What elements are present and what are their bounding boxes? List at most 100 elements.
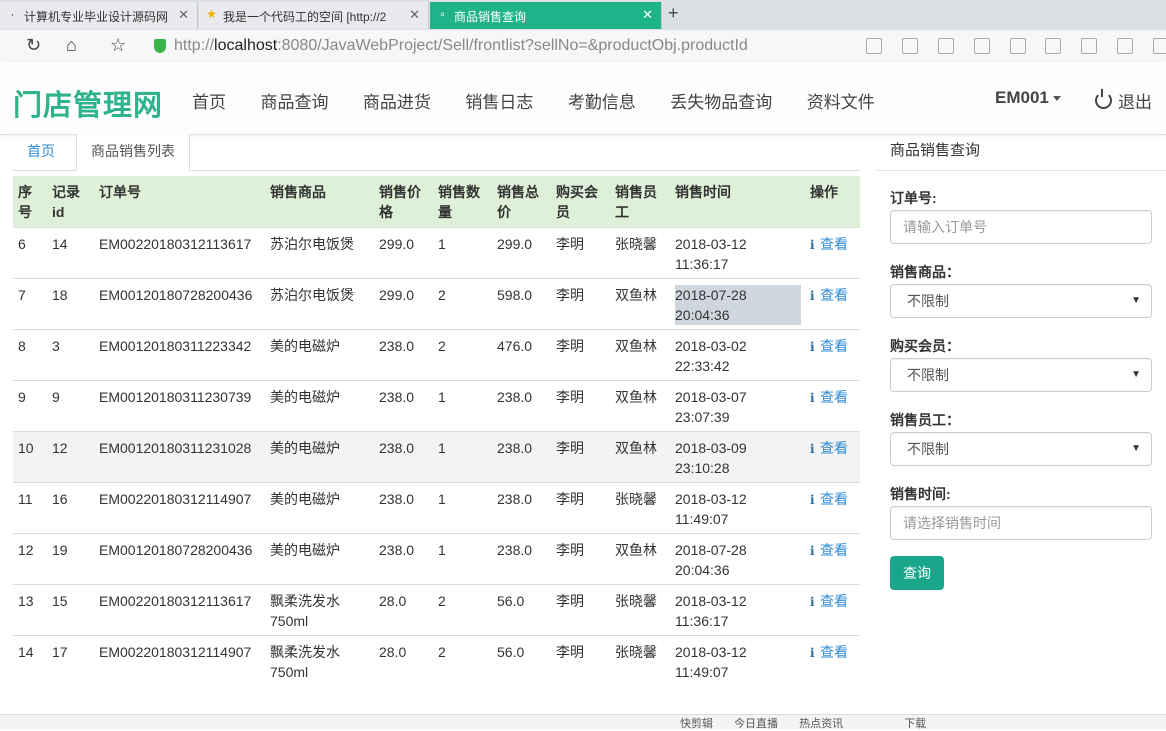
column-header-line: 订单号 — [99, 184, 141, 200]
sell-time-input[interactable]: 请选择销售时间 — [890, 506, 1152, 540]
member-name: 李明 — [551, 329, 610, 381]
close-icon[interactable]: ✕ — [642, 7, 653, 23]
finance-icon[interactable] — [901, 38, 918, 55]
table-row[interactable]: 6 14 EM00220180312113617 苏泊尔电饭煲 299.0 1 299.0 李… — [13, 227, 860, 279]
member-select[interactable]: 不限制 ▼ — [890, 358, 1152, 392]
page-icon: ▫ — [440, 7, 445, 21]
row-number: 14 — [13, 635, 47, 687]
view-link-label: 查看 — [820, 491, 848, 507]
close-icon[interactable]: ✕ — [178, 7, 189, 23]
nav-item-files[interactable]: 资料文件 — [807, 93, 875, 112]
column-header: 销售数量 — [433, 176, 492, 228]
table-row[interactable]: 7 18 EM00120180728200436 苏泊尔电饭煲 299.0 2 598.0 李… — [13, 278, 860, 330]
browser-tab-2[interactable]: ★ 我是一个代码工的空间 [http://2 ✕ — [199, 2, 429, 29]
status-item[interactable]: 快剪辑 — [680, 718, 713, 730]
sale-time: 2018-03-12 11:49:07 — [670, 635, 805, 687]
table-row[interactable]: 9 9 EM00120180311230739 美的电磁炉 238.0 1 238.0 李明双… — [13, 380, 860, 432]
phone-icon[interactable] — [1153, 38, 1166, 55]
column-header-line: 号 — [18, 204, 32, 220]
order-number: EM00220180312114907 — [94, 635, 265, 687]
view-link[interactable]: i 查看 — [810, 440, 848, 456]
column-header: 销售商品 — [265, 176, 374, 228]
column-header-line: 销售商品 — [270, 184, 326, 200]
member-name: 李明 — [551, 533, 610, 585]
table-row[interactable]: 12 19 EM00120180728200436 美的电磁炉 238.0 1 238.0 李… — [13, 533, 860, 585]
member-name: 李明 — [551, 380, 610, 432]
url-input[interactable]: http://localhost:8080/JavaWebProject/Sel… — [174, 34, 854, 58]
nav-item-stock-in[interactable]: 商品进货 — [363, 93, 431, 112]
minus-icon[interactable] — [1117, 38, 1134, 55]
sale-time-line: 2018-07-28 — [675, 542, 747, 558]
search-icon[interactable] — [1045, 38, 1062, 55]
table-row[interactable]: 8 3 EM00120180311223342 美的电磁炉 238.0 2 476.0 李明双… — [13, 329, 860, 381]
order-no-input[interactable]: 请输入订单号 — [890, 210, 1152, 244]
divider — [876, 170, 1166, 171]
url-host: localhost — [214, 37, 278, 54]
reload-icon[interactable]: ↻ — [26, 35, 41, 56]
product-name-line: 苏泊尔电饭煲 — [270, 236, 354, 252]
bookmark-star-icon[interactable]: ☆ — [110, 35, 126, 56]
product-select[interactable]: 不限制 ▼ — [890, 284, 1152, 318]
logout-button[interactable]: 退出 — [1095, 88, 1152, 113]
browser-tab-title: 我是一个代码工的空间 [http://2 — [223, 10, 387, 24]
table-row[interactable]: 14 17 EM00220180312114907 飘柔洗发水 750ml 28.0 2 56… — [13, 635, 860, 687]
product-name-line: 美的电磁炉 — [270, 491, 340, 507]
view-link[interactable]: i 查看 — [810, 338, 848, 354]
nav-item-home[interactable]: 首页 — [192, 93, 226, 112]
extension-toolbar — [866, 37, 1166, 55]
brand-logo[interactable]: 门店管理网 — [13, 82, 163, 124]
record-id: 18 — [47, 278, 94, 330]
view-link[interactable]: i 查看 — [810, 236, 848, 252]
sale-quantity: 2 — [433, 584, 492, 636]
nav-item-product-query[interactable]: 商品查询 — [260, 93, 328, 112]
member-name: 李明 — [551, 482, 610, 534]
staff-name: 双鱼林 — [610, 380, 670, 432]
browser-tab-3[interactable]: ▫ 商品销售查询 ✕ — [430, 2, 662, 29]
info-icon: i — [810, 289, 815, 303]
record-id: 3 — [47, 329, 94, 381]
image-icon[interactable] — [1009, 38, 1026, 55]
search-panel: 商品销售查询 订单号: 请输入订单号 销售商品： 不限制 ▼ 购买会员： 不限制… — [876, 134, 1166, 728]
status-item[interactable]: 热点资讯 — [799, 718, 843, 730]
actions-cell: i 查看 — [805, 278, 860, 330]
breadcrumb: 首页 商品销售列表 — [13, 134, 860, 171]
nav-item-attendance[interactable]: 考勤信息 — [568, 93, 636, 112]
sale-time-line: 2018-03-12 — [675, 644, 747, 660]
new-tab-button[interactable]: + — [668, 3, 679, 24]
view-link[interactable]: i 查看 — [810, 542, 848, 558]
apps-icon[interactable] — [866, 38, 882, 55]
nav-item-lost-items[interactable]: 丢失物品查询 — [670, 93, 772, 112]
user-dropdown[interactable]: EM001 — [995, 88, 1061, 108]
product-name: 美的电磁炉 — [265, 431, 374, 483]
view-link[interactable]: i 查看 — [810, 593, 848, 609]
close-icon[interactable]: ✕ — [409, 7, 420, 23]
view-link[interactable]: i 查看 — [810, 389, 848, 405]
breadcrumb-home[interactable]: 首页 — [13, 134, 69, 170]
member-name: 李明 — [551, 584, 610, 636]
table-row[interactable]: 11 16 EM00220180312114907 美的电磁炉 238.0 1 238.0 李… — [13, 482, 860, 534]
query-button[interactable]: 查询 — [890, 556, 944, 590]
sale-price: 238.0 — [374, 380, 433, 432]
sale-time-line: 2018-07-28 — [675, 285, 801, 305]
member-name: 李明 — [551, 278, 610, 330]
view-link[interactable]: i 查看 — [810, 491, 848, 507]
staff-select[interactable]: 不限制 ▼ — [890, 432, 1152, 466]
sales-table: 序号记录 id 订单号 销售商品 销售价格销售数量销售总价购买会员销售员工销售时间 操作 … — [13, 176, 860, 687]
dropdown-arrow-icon: ▼ — [1131, 295, 1141, 306]
home-icon[interactable]: ⌂ — [66, 35, 77, 56]
status-item[interactable]: 下载 — [904, 718, 926, 730]
browser-tab-1[interactable]: · 计算机专业毕业设计源码网 ✕ — [0, 2, 198, 29]
sale-time-line: 23:10:28 — [675, 460, 730, 476]
screenshot-icon[interactable] — [973, 38, 990, 55]
view-link[interactable]: i 查看 — [810, 644, 848, 660]
status-item[interactable]: 今日直播 — [734, 718, 778, 730]
main-menu: 首页 商品查询 商品进货 销售日志 考勤信息 丢失物品查询 资料文件 — [192, 88, 905, 113]
member-name: 李明 — [551, 431, 610, 483]
translate-icon[interactable] — [937, 38, 954, 55]
table-row[interactable]: 13 15 EM00220180312113617 飘柔洗发水 750ml 28.0 2 56… — [13, 584, 860, 636]
reader-icon[interactable] — [1081, 38, 1098, 55]
column-header-line: 销售价 — [379, 184, 421, 200]
nav-item-sales-log[interactable]: 销售日志 — [465, 93, 533, 112]
view-link[interactable]: i 查看 — [810, 287, 848, 303]
table-row[interactable]: 10 12 EM00120180311231028 美的电磁炉 238.0 1 238.0 李… — [13, 431, 860, 483]
